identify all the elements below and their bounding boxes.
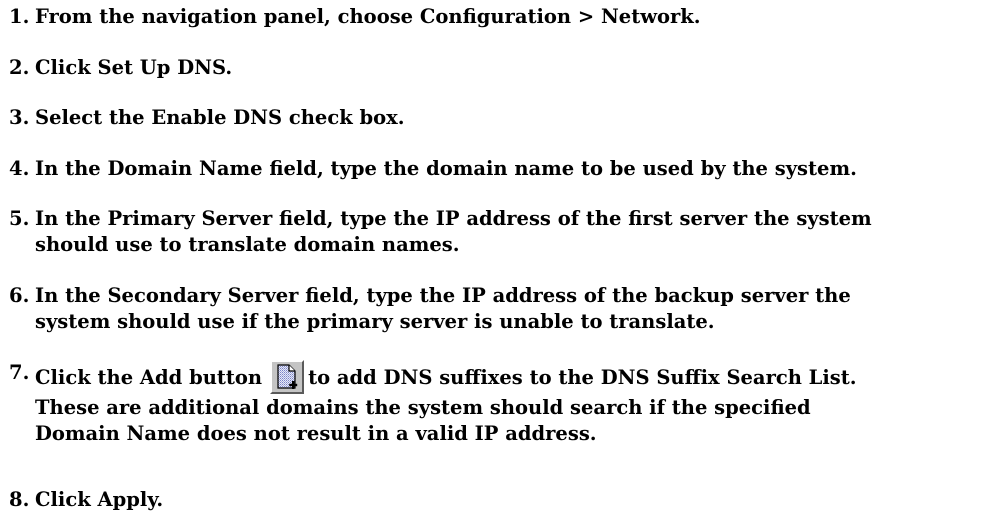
- step-text: Select the Enable DNS check box.: [35, 106, 405, 129]
- step-text: Click the Add button: [35, 366, 263, 389]
- add-document-icon-graphic: [277, 364, 298, 389]
- step-number: 8.: [9, 488, 30, 511]
- step-number: 5.: [9, 207, 30, 230]
- step-text: In the Primary Server field, type the IP…: [35, 207, 872, 230]
- step-text: In the Domain Name field, type the domai…: [35, 157, 857, 180]
- step-number: 6.: [9, 284, 30, 307]
- step-text: Click Set Up DNS.: [35, 56, 233, 79]
- step-text: In the Secondary Server field, type the …: [35, 284, 851, 307]
- step-text: to add DNS suffixes to the DNS Suffix Se…: [308, 366, 857, 389]
- step-number: 7.: [9, 361, 30, 384]
- step-text: From the navigation panel, choose Config…: [35, 5, 701, 28]
- step-number: 1.: [9, 5, 30, 28]
- step-text-continued: Domain Name does not result in a valid I…: [35, 422, 597, 445]
- step-number: 3.: [9, 106, 30, 129]
- step-text-continued: should use to translate domain names.: [35, 233, 460, 256]
- step-text-with-icon: Click the Add button to add DNS suffixes…: [35, 360, 857, 394]
- step-text: Click Apply.: [35, 488, 164, 511]
- add-document-icon[interactable]: [270, 360, 305, 394]
- step-text-continued: These are additional domains the system …: [35, 396, 811, 419]
- step-text-continued: system should use if the primary server …: [35, 310, 715, 333]
- step-number: 4.: [9, 157, 30, 180]
- step-number: 2.: [9, 56, 30, 79]
